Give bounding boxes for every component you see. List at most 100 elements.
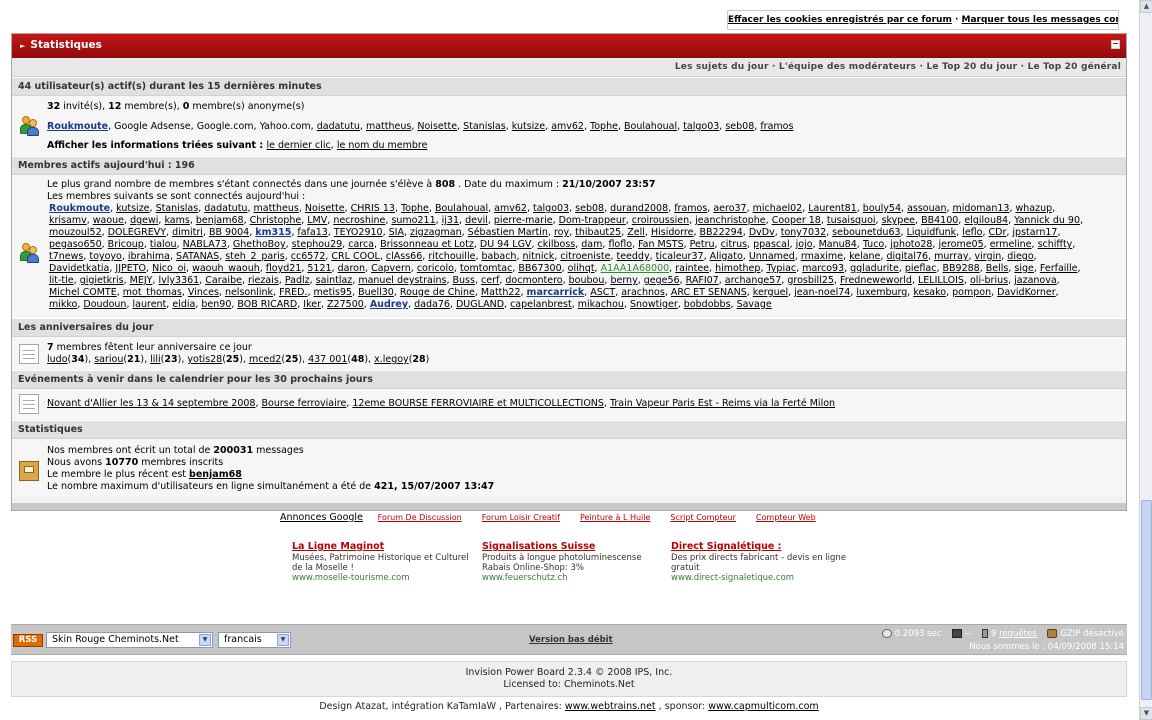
today-member-link[interactable]: metis95 bbox=[314, 287, 353, 298]
today-member-link[interactable]: kelane bbox=[849, 251, 880, 262]
today-member-link[interactable]: pegaso650 bbox=[49, 239, 102, 250]
today-member-link[interactable]: CHRIS 13 bbox=[351, 203, 395, 214]
today-member-link[interactable]: murray bbox=[934, 251, 968, 262]
today-member-link[interactable]: Christophe bbox=[250, 215, 302, 226]
birthday-member-link[interactable]: mced2 bbox=[249, 354, 281, 365]
today-member-link[interactable]: rmaxime bbox=[801, 251, 843, 262]
today-member-link[interactable]: raintee bbox=[675, 263, 709, 274]
online-member-link[interactable]: dadatutu bbox=[317, 121, 360, 132]
today-member-link[interactable]: nitnick bbox=[522, 251, 554, 262]
today-member-link[interactable]: Bells bbox=[986, 263, 1009, 274]
today-member-link[interactable]: capelanbrest bbox=[510, 299, 572, 310]
mark-all-read-link[interactable]: Marquer tous les messages comme lus bbox=[962, 15, 1118, 25]
ad-url[interactable]: www.direct-signaletique.com bbox=[671, 573, 849, 583]
today-member-link[interactable]: jerome05 bbox=[938, 239, 983, 250]
today-member-link[interactable]: BB 9004 bbox=[209, 227, 249, 238]
today-member-link[interactable]: DvDv bbox=[749, 227, 775, 238]
scroll-down-arrow-icon[interactable]: ▼ bbox=[1140, 707, 1152, 720]
today-member-link[interactable]: teeddy bbox=[616, 251, 649, 262]
today-member-link[interactable]: ben90 bbox=[201, 299, 231, 310]
today-member-link[interactable]: Snowtiger bbox=[630, 299, 678, 310]
today-member-link[interactable]: durand2008 bbox=[610, 203, 668, 214]
online-member-link[interactable]: amv62 bbox=[551, 121, 584, 132]
today-member-link[interactable]: lvly3361 bbox=[159, 275, 200, 286]
event-link[interactable]: Novant d'Allier les 13 & 14 septembre 20… bbox=[47, 398, 255, 409]
today-member-link[interactable]: jeanchristophe bbox=[695, 215, 766, 226]
event-link[interactable]: Bourse ferroviaire bbox=[262, 398, 347, 409]
today-member-link[interactable]: mattheus bbox=[254, 203, 299, 214]
today-member-link[interactable]: Petru bbox=[690, 239, 715, 250]
today-member-link[interactable]: dam bbox=[581, 239, 602, 250]
online-member-link[interactable]: Boulahoual bbox=[624, 121, 677, 132]
today-member-link[interactable]: Aligato bbox=[710, 251, 743, 262]
today-member-link[interactable]: DU 94 LGV bbox=[480, 239, 532, 250]
today-member-link[interactable]: Audrey bbox=[370, 299, 408, 310]
today-member-link[interactable]: Brissonneau et Lotz bbox=[380, 239, 474, 250]
today-member-link[interactable]: sumo211 bbox=[391, 215, 435, 226]
today-member-link[interactable]: Fredneweworld bbox=[840, 275, 912, 286]
today-member-link[interactable]: Tuco bbox=[863, 239, 884, 250]
today-member-link[interactable]: diego bbox=[1007, 251, 1033, 262]
today-member-link[interactable]: necroshine bbox=[333, 215, 385, 226]
event-link[interactable]: Train Vapeur Paris Est - Reims via la Fe… bbox=[610, 398, 835, 409]
today-member-link[interactable]: manuel deystrains bbox=[358, 275, 446, 286]
today-member-link[interactable]: sige bbox=[1014, 263, 1033, 274]
chevron-down-icon[interactable]: ▼ bbox=[277, 634, 289, 646]
birthday-member-link[interactable]: ludo bbox=[47, 354, 68, 365]
today-member-link[interactable]: Unnamed bbox=[749, 251, 795, 262]
today-member-link[interactable]: tusaisquoi bbox=[827, 215, 876, 226]
today-member-link[interactable]: FRED. bbox=[279, 287, 307, 298]
today-member-link[interactable]: floyd21 bbox=[266, 263, 302, 274]
today-member-link[interactable]: virgin bbox=[975, 251, 1002, 262]
today-member-link[interactable]: DOLEGREVY bbox=[108, 227, 166, 238]
today-member-link[interactable]: gege56 bbox=[644, 275, 680, 286]
online-member-link[interactable]: talgo03 bbox=[683, 121, 719, 132]
today-member-link[interactable]: talgo03 bbox=[533, 203, 569, 214]
today-member-link[interactable]: ppascal bbox=[753, 239, 790, 250]
today-member-link[interactable]: steh_2_paris bbox=[225, 251, 284, 262]
today-member-link[interactable]: stephou29 bbox=[292, 239, 343, 250]
today-member-link[interactable]: BOB RICARD bbox=[237, 299, 297, 310]
today-member-link[interactable]: jojo bbox=[796, 239, 813, 250]
today-member-link[interactable]: floflo bbox=[608, 239, 632, 250]
today-member-link[interactable]: krisamv bbox=[49, 215, 87, 226]
today-member-link[interactable]: Laurent81 bbox=[808, 203, 857, 214]
today-member-link[interactable]: Buell30 bbox=[358, 287, 394, 298]
today-member-link[interactable]: DUGLAND bbox=[456, 299, 504, 310]
today-member-link[interactable]: nelsonlink bbox=[225, 287, 273, 298]
today-member-link[interactable]: MEJY bbox=[130, 275, 153, 286]
today-member-link[interactable]: LELILLOIS bbox=[918, 275, 964, 286]
today-member-link[interactable]: berny bbox=[610, 275, 637, 286]
today-member-link[interactable]: Manu84 bbox=[819, 239, 857, 250]
ad-category-link[interactable]: Forum Loisir Creatif bbox=[482, 513, 560, 522]
sort-last-click-link[interactable]: le dernier clic bbox=[267, 140, 331, 151]
today-member-link[interactable]: ticaleur37 bbox=[656, 251, 704, 262]
today-member-link[interactable]: Liquidfunk bbox=[907, 227, 957, 238]
today-member-link[interactable]: Noisette bbox=[305, 203, 345, 214]
today-member-link[interactable]: BB67300 bbox=[518, 263, 561, 274]
birthday-member-link[interactable]: x.legoy bbox=[374, 354, 409, 365]
scroll-up-arrow-icon[interactable]: ▲ bbox=[1140, 0, 1152, 13]
today-member-link[interactable]: riezais bbox=[248, 275, 279, 286]
today-member-link[interactable]: ggladurite bbox=[850, 263, 899, 274]
today-member-link[interactable]: sebounetdu63 bbox=[832, 227, 900, 238]
today-member-link[interactable]: pieflac bbox=[905, 263, 937, 274]
today-member-link[interactable]: CDr bbox=[989, 227, 1007, 238]
today-member-link[interactable]: Fan MSTS bbox=[638, 239, 684, 250]
today-member-link[interactable]: mikachou bbox=[578, 299, 624, 310]
today-member-link[interactable]: JJPETO bbox=[115, 263, 146, 274]
today-member-link[interactable]: Ferfaille bbox=[1040, 263, 1078, 274]
online-member-link[interactable]: Noisette bbox=[417, 121, 457, 132]
stats-subnav[interactable]: Les sujets du jour · L'équipe des modéra… bbox=[12, 58, 1126, 77]
rss-icon[interactable]: RSS bbox=[13, 634, 43, 647]
today-member-link[interactable]: Buss bbox=[453, 275, 475, 286]
sort-member-name-link[interactable]: le nom du membre bbox=[337, 140, 428, 151]
today-member-link[interactable]: marcarrick bbox=[527, 287, 585, 298]
birthday-member-link[interactable]: sariou bbox=[94, 354, 123, 365]
today-member-link[interactable]: framos bbox=[674, 203, 707, 214]
today-member-link[interactable]: Rouge de Chine bbox=[400, 287, 475, 298]
today-member-link[interactable]: croiroussien bbox=[632, 215, 689, 226]
today-member-link[interactable]: Capvern bbox=[371, 263, 411, 274]
clear-cookies-link[interactable]: Effacer les cookies enregistrés par ce f… bbox=[728, 15, 952, 25]
online-member-link[interactable]: framos bbox=[760, 121, 793, 132]
